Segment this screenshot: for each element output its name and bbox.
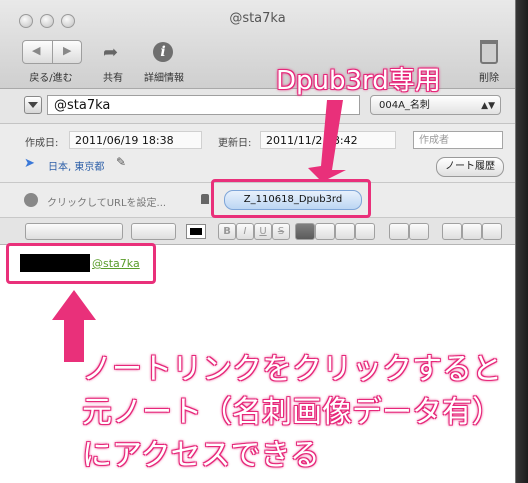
note-title-field[interactable]: @sta7ka xyxy=(47,95,360,115)
tag-highlight-box xyxy=(211,179,371,218)
tag-callout-text: Dpub3rd専用 xyxy=(276,66,441,96)
bullet-list-icon[interactable] xyxy=(389,223,409,240)
font-size-select[interactable] xyxy=(131,223,176,240)
location-text[interactable]: 日本, 東京都 xyxy=(48,158,104,173)
font-family-select[interactable] xyxy=(25,223,123,240)
location-arrow-icon: ➤ xyxy=(24,156,35,171)
text-color-swatch[interactable] xyxy=(186,224,206,239)
align-justify-icon[interactable] xyxy=(355,223,375,240)
link-callout-line1: ノートリンクをクリックすると xyxy=(82,352,502,387)
bold-button[interactable]: B xyxy=(218,223,236,240)
tag-icon xyxy=(201,194,209,204)
align-center-icon[interactable] xyxy=(315,223,335,240)
pencil-icon[interactable]: ✎ xyxy=(116,155,126,169)
notebook-select[interactable]: 004A_名刺 ▲▼ xyxy=(370,95,501,115)
window-title: @sta7ka xyxy=(229,11,286,26)
delete-label: 削除 xyxy=(479,73,499,84)
created-label: 作成日: xyxy=(25,138,59,149)
share-icon[interactable]: ➦ xyxy=(103,42,118,63)
back-forward-label: 戻る/進む xyxy=(29,73,73,84)
link-callout-line3: にアクセスできる xyxy=(82,438,320,473)
link-highlight-box xyxy=(6,243,156,284)
align-left-icon[interactable] xyxy=(295,223,315,240)
strikethrough-button[interactable]: S xyxy=(272,223,290,240)
align-right-icon[interactable] xyxy=(335,223,355,240)
back-forward-control[interactable]: ◀ ▶ xyxy=(22,40,82,64)
updated-date[interactable]: 2011/11/2 18:42 xyxy=(260,131,396,149)
forward-arrow-icon[interactable]: ▶ xyxy=(63,44,71,57)
back-arrow-icon[interactable]: ◀ xyxy=(32,44,40,57)
chevron-updown-icon: ▲▼ xyxy=(481,101,495,111)
underline-button[interactable]: U xyxy=(254,223,272,240)
globe-icon xyxy=(24,193,38,207)
link-callout-line2: 元ノート（名刺画像データ有） xyxy=(82,395,502,430)
created-date[interactable]: 2011/06/19 18:38 xyxy=(69,131,202,149)
note-history-button[interactable]: ノート履歴 xyxy=(436,157,504,177)
expand-toggle-icon[interactable] xyxy=(24,96,42,114)
table-icon[interactable] xyxy=(462,223,482,240)
info-label: 詳細情報 xyxy=(144,73,184,84)
updated-label: 更新日: xyxy=(218,138,252,149)
italic-button[interactable]: I xyxy=(236,223,254,240)
horizontal-rule-icon[interactable] xyxy=(482,223,502,240)
notebook-select-value: 004A_名刺 xyxy=(379,100,430,111)
share-label: 共有 xyxy=(103,73,123,84)
trash-icon[interactable] xyxy=(480,40,498,64)
numbered-list-icon[interactable] xyxy=(409,223,429,240)
checkbox-icon[interactable] xyxy=(442,223,462,240)
author-field[interactable]: 作成者 xyxy=(413,131,503,149)
url-field[interactable]: クリックしてURLを設定... xyxy=(47,194,166,209)
info-icon[interactable]: i xyxy=(153,42,173,62)
